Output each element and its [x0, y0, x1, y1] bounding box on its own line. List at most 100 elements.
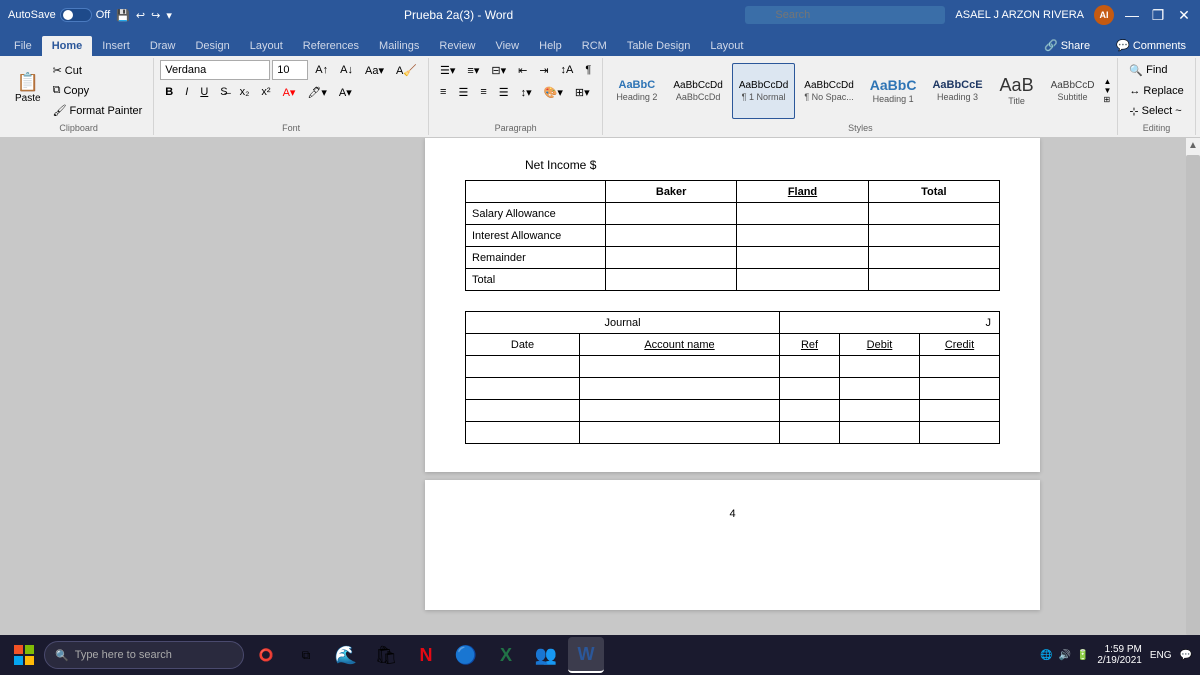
table-cell[interactable] — [840, 378, 920, 400]
tab-help[interactable]: Help — [529, 36, 572, 56]
taskbar-word[interactable]: W — [568, 637, 604, 673]
subscript-button[interactable]: x₂ — [235, 82, 255, 102]
table-cell[interactable] — [466, 400, 580, 422]
redo-icon[interactable]: ↪ — [151, 9, 160, 22]
table-cell[interactable]: Fland — [737, 181, 868, 203]
taskbar-edge[interactable]: 🌊 — [328, 637, 364, 673]
table-cell[interactable] — [580, 400, 780, 422]
customize-icon[interactable]: ▾ — [166, 9, 172, 22]
table-cell-salary[interactable]: Salary Allowance — [466, 203, 606, 225]
tab-layout[interactable]: Layout — [240, 36, 293, 56]
taskbar-chrome[interactable]: 🔵 — [448, 637, 484, 673]
style-nospace[interactable]: AaBbCcDd ¶ No Spac... — [797, 63, 860, 119]
superscript-button[interactable]: x² — [256, 82, 275, 102]
undo-icon[interactable]: ↩ — [136, 9, 145, 22]
table-cell[interactable] — [466, 356, 580, 378]
table-cell[interactable] — [780, 422, 840, 444]
table-cell[interactable] — [780, 400, 840, 422]
table-cell[interactable] — [466, 378, 580, 400]
table-cell[interactable] — [868, 269, 999, 291]
style-heading3[interactable]: AaBbCcE Heading 3 — [925, 63, 989, 119]
table-cell[interactable] — [868, 247, 999, 269]
styles-scroll-up[interactable]: ▲ — [1103, 77, 1111, 86]
table-cell[interactable] — [840, 400, 920, 422]
find-button[interactable]: 🔍 Find — [1124, 61, 1188, 80]
shading-button[interactable]: 🎨▾ — [539, 82, 568, 102]
table-cell[interactable] — [780, 378, 840, 400]
justify-button[interactable]: ☰ — [494, 82, 514, 102]
font-grow-button[interactable]: A↑ — [310, 60, 333, 80]
maximize-button[interactable]: ❐ — [1150, 7, 1166, 23]
table-cell[interactable] — [466, 422, 580, 444]
font-shrink-button[interactable]: A↓ — [335, 60, 358, 80]
cut-button[interactable]: ✂ Cut — [48, 61, 148, 80]
paste-button[interactable]: 📋 Paste — [10, 60, 46, 116]
table-cell[interactable] — [920, 356, 1000, 378]
table-cell[interactable] — [606, 203, 737, 225]
volume-icon[interactable]: 🔊 — [1058, 650, 1070, 661]
align-center-button[interactable]: ☰ — [453, 82, 473, 102]
tab-insert[interactable]: Insert — [92, 36, 140, 56]
font-color2-button[interactable]: A▾ — [334, 82, 357, 102]
bold-button[interactable]: B — [160, 82, 178, 102]
scroll-up-button[interactable]: ▲ — [1186, 138, 1200, 153]
table-cell-remainder[interactable]: Remainder — [466, 247, 606, 269]
format-painter-button[interactable]: 🖌 Format Painter — [48, 101, 148, 120]
styles-scroll-down[interactable]: ▼ — [1103, 86, 1111, 95]
style-title[interactable]: AaB Title — [992, 63, 1042, 119]
table-cell[interactable] — [920, 422, 1000, 444]
table-cell[interactable] — [920, 378, 1000, 400]
table-cell[interactable] — [737, 247, 868, 269]
table-cell[interactable] — [606, 247, 737, 269]
tab-design[interactable]: Design — [185, 36, 239, 56]
scroll-thumb[interactable] — [1186, 155, 1200, 636]
minimize-button[interactable]: — — [1124, 7, 1140, 23]
tab-table-design[interactable]: Table Design — [617, 36, 701, 56]
increase-indent-button[interactable]: ⇥ — [534, 60, 553, 80]
save-icon[interactable]: 💾 — [116, 9, 130, 22]
style-1normal[interactable]: AaBbCcDd ¶ 1 Normal — [732, 63, 795, 119]
battery-icon[interactable]: 🔋 — [1077, 650, 1089, 661]
font-color-button[interactable]: A▾ — [278, 82, 301, 102]
notification-icon[interactable]: 💬 — [1180, 650, 1192, 661]
tab-share[interactable]: 🔗 Share — [1034, 35, 1100, 56]
table-cell[interactable] — [466, 181, 606, 203]
scrollbar[interactable]: ▲ ▼ — [1185, 138, 1200, 653]
table-cell[interactable] — [737, 269, 868, 291]
start-button[interactable] — [8, 639, 40, 671]
tab-layout2[interactable]: Layout — [700, 36, 753, 56]
tab-draw[interactable]: Draw — [140, 36, 186, 56]
show-marks-button[interactable]: ¶ — [580, 60, 596, 80]
title-search-input[interactable] — [745, 6, 945, 24]
borders-button[interactable]: ⊞▾ — [570, 82, 595, 102]
tab-rcm[interactable]: RCM — [572, 36, 617, 56]
table-cell[interactable] — [580, 422, 780, 444]
taskbar-task-view[interactable]: ⧉ — [288, 637, 324, 673]
numbering-button[interactable]: ≡▾ — [462, 60, 484, 80]
table-cell[interactable] — [580, 378, 780, 400]
bullets-button[interactable]: ☰▾ — [435, 60, 460, 80]
close-button[interactable]: ✕ — [1176, 7, 1192, 23]
styles-expand[interactable]: ⊞ — [1103, 95, 1111, 104]
change-case-button[interactable]: Aa▾ — [360, 60, 389, 80]
table-cell[interactable]: Total — [868, 181, 999, 203]
table-cell[interactable] — [840, 356, 920, 378]
underline-button[interactable]: U — [195, 82, 213, 102]
italic-button[interactable]: I — [180, 82, 193, 102]
tab-view[interactable]: View — [485, 36, 529, 56]
align-right-button[interactable]: ≡ — [475, 82, 491, 102]
align-left-button[interactable]: ≡ — [435, 82, 451, 102]
table-cell[interactable] — [920, 400, 1000, 422]
style-subtitle[interactable]: AaBbCcD Subtitle — [1044, 63, 1102, 119]
table-cell[interactable] — [868, 203, 999, 225]
table-cell[interactable] — [606, 269, 737, 291]
tab-comments[interactable]: 💬 Comments — [1106, 35, 1196, 56]
taskbar-excel[interactable]: X — [488, 637, 524, 673]
style-heading1[interactable]: AaBbC Heading 1 — [863, 63, 924, 119]
sort-button[interactable]: ↕A — [556, 60, 579, 80]
taskbar-store[interactable]: 🛍 — [368, 637, 404, 673]
autosave-toggle[interactable] — [60, 8, 92, 22]
line-spacing-button[interactable]: ↕▾ — [516, 82, 537, 102]
font-family-select[interactable] — [160, 60, 270, 80]
table-cell[interactable] — [737, 203, 868, 225]
